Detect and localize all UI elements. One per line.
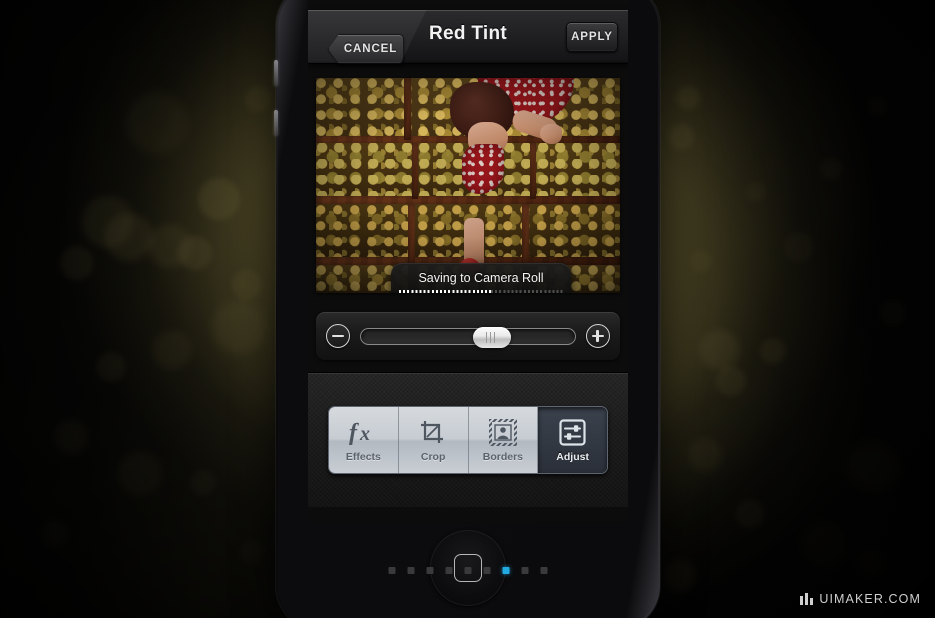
tab-adjust-label: Adjust: [556, 451, 589, 463]
watermark: UIMAKER.COM: [800, 592, 921, 606]
volume-up-button[interactable]: [274, 60, 278, 86]
navigation-bar: Red Tint CANCEL APPLY: [308, 10, 628, 64]
cancel-button-wrapper: CANCEL: [318, 22, 404, 64]
tool-segmented-control: f x Effects Crop Borders Adjust: [328, 406, 608, 474]
page-dot-3[interactable]: [445, 567, 453, 574]
cancel-button[interactable]: CANCEL: [328, 34, 404, 64]
apply-button-label: APPLY: [571, 31, 613, 43]
apply-button[interactable]: APPLY: [566, 22, 618, 52]
borders-icon: [488, 417, 517, 447]
screenshot-canvas: Saving to Camera Roll Red Tint CANCEL AP…: [0, 0, 935, 618]
tab-crop[interactable]: Crop: [398, 407, 469, 473]
sliders-icon: [559, 417, 586, 447]
page-dot-5[interactable]: [483, 567, 491, 574]
photo-subject-hand-upper: [540, 124, 562, 144]
svg-text:x: x: [359, 423, 370, 445]
plus-circle-icon[interactable]: [586, 324, 610, 348]
watermark-text: UIMAKER.COM: [819, 592, 921, 606]
svg-text:f: f: [349, 420, 359, 445]
uimaker-dotted-logo-icon: [800, 593, 814, 605]
cancel-button-label: CANCEL: [343, 43, 398, 55]
page-indicator-dots: [388, 567, 548, 574]
tab-crop-label: Crop: [420, 451, 446, 463]
minus-circle-icon[interactable]: [326, 324, 350, 348]
tab-borders-label: Borders: [482, 451, 523, 463]
slider-thumb[interactable]: [473, 327, 512, 348]
crop-icon: [419, 417, 447, 447]
saving-toast: Saving to Camera Roll: [391, 263, 571, 293]
phone-device: Saving to Camera Roll Red Tint CANCEL AP…: [274, 0, 660, 618]
volume-down-button[interactable]: [274, 110, 278, 136]
fx-icon: f x: [348, 417, 378, 447]
page-dot-0[interactable]: [388, 567, 396, 574]
tab-effects-label: Effects: [345, 451, 381, 463]
tab-borders[interactable]: Borders: [468, 407, 539, 473]
intensity-slider[interactable]: [360, 327, 576, 348]
tab-adjust[interactable]: Adjust: [538, 407, 607, 473]
page-dot-8[interactable]: [540, 567, 548, 574]
intensity-slider-bar: [316, 312, 620, 360]
phone-screen: Saving to Camera Roll Red Tint CANCEL AP…: [308, 0, 628, 522]
progress-bar-track: [490, 290, 563, 293]
toast-message: Saving to Camera Roll: [418, 271, 544, 285]
tool-panel: f x Effects Crop Borders Adjust: [308, 372, 628, 507]
page-dot-1[interactable]: [407, 567, 415, 574]
photo-image: [316, 78, 620, 293]
page-dot-4[interactable]: [464, 567, 472, 574]
progress-bar: [399, 290, 563, 293]
tab-effects[interactable]: f x Effects: [329, 407, 399, 473]
page-dot-2[interactable]: [426, 567, 434, 574]
progress-bar-fill: [399, 290, 491, 293]
page-dot-7[interactable]: [521, 567, 529, 574]
page-dot-6[interactable]: [502, 567, 510, 574]
photo-preview[interactable]: Saving to Camera Roll: [316, 78, 620, 293]
